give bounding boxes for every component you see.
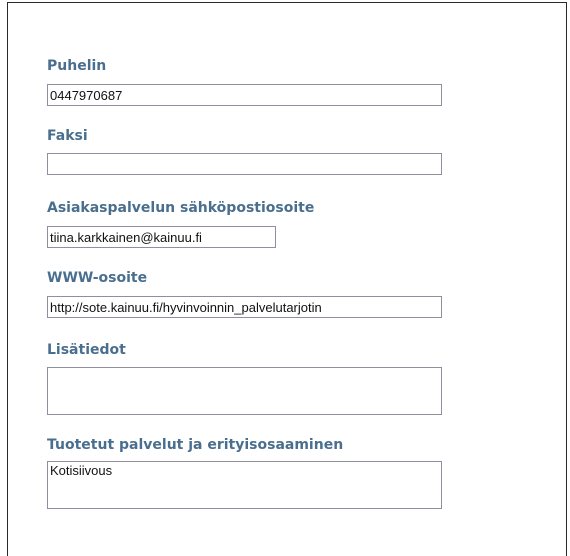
phone-input[interactable] xyxy=(47,84,442,106)
services-textarea[interactable]: Kotisiivous xyxy=(47,461,442,509)
fax-input[interactable] xyxy=(47,153,442,175)
email-input[interactable] xyxy=(47,226,276,248)
phone-label: Puhelin xyxy=(47,58,107,74)
www-input[interactable] xyxy=(47,296,442,318)
services-label: Tuotetut palvelut ja erityisosaaminen xyxy=(47,437,344,453)
email-label: Asiakaspalvelun sähköpostiosoite xyxy=(47,200,315,216)
www-label: WWW-osoite xyxy=(47,270,148,286)
info-textarea[interactable] xyxy=(47,367,442,415)
fax-label: Faksi xyxy=(47,128,88,144)
info-label: Lisätiedot xyxy=(47,342,126,358)
